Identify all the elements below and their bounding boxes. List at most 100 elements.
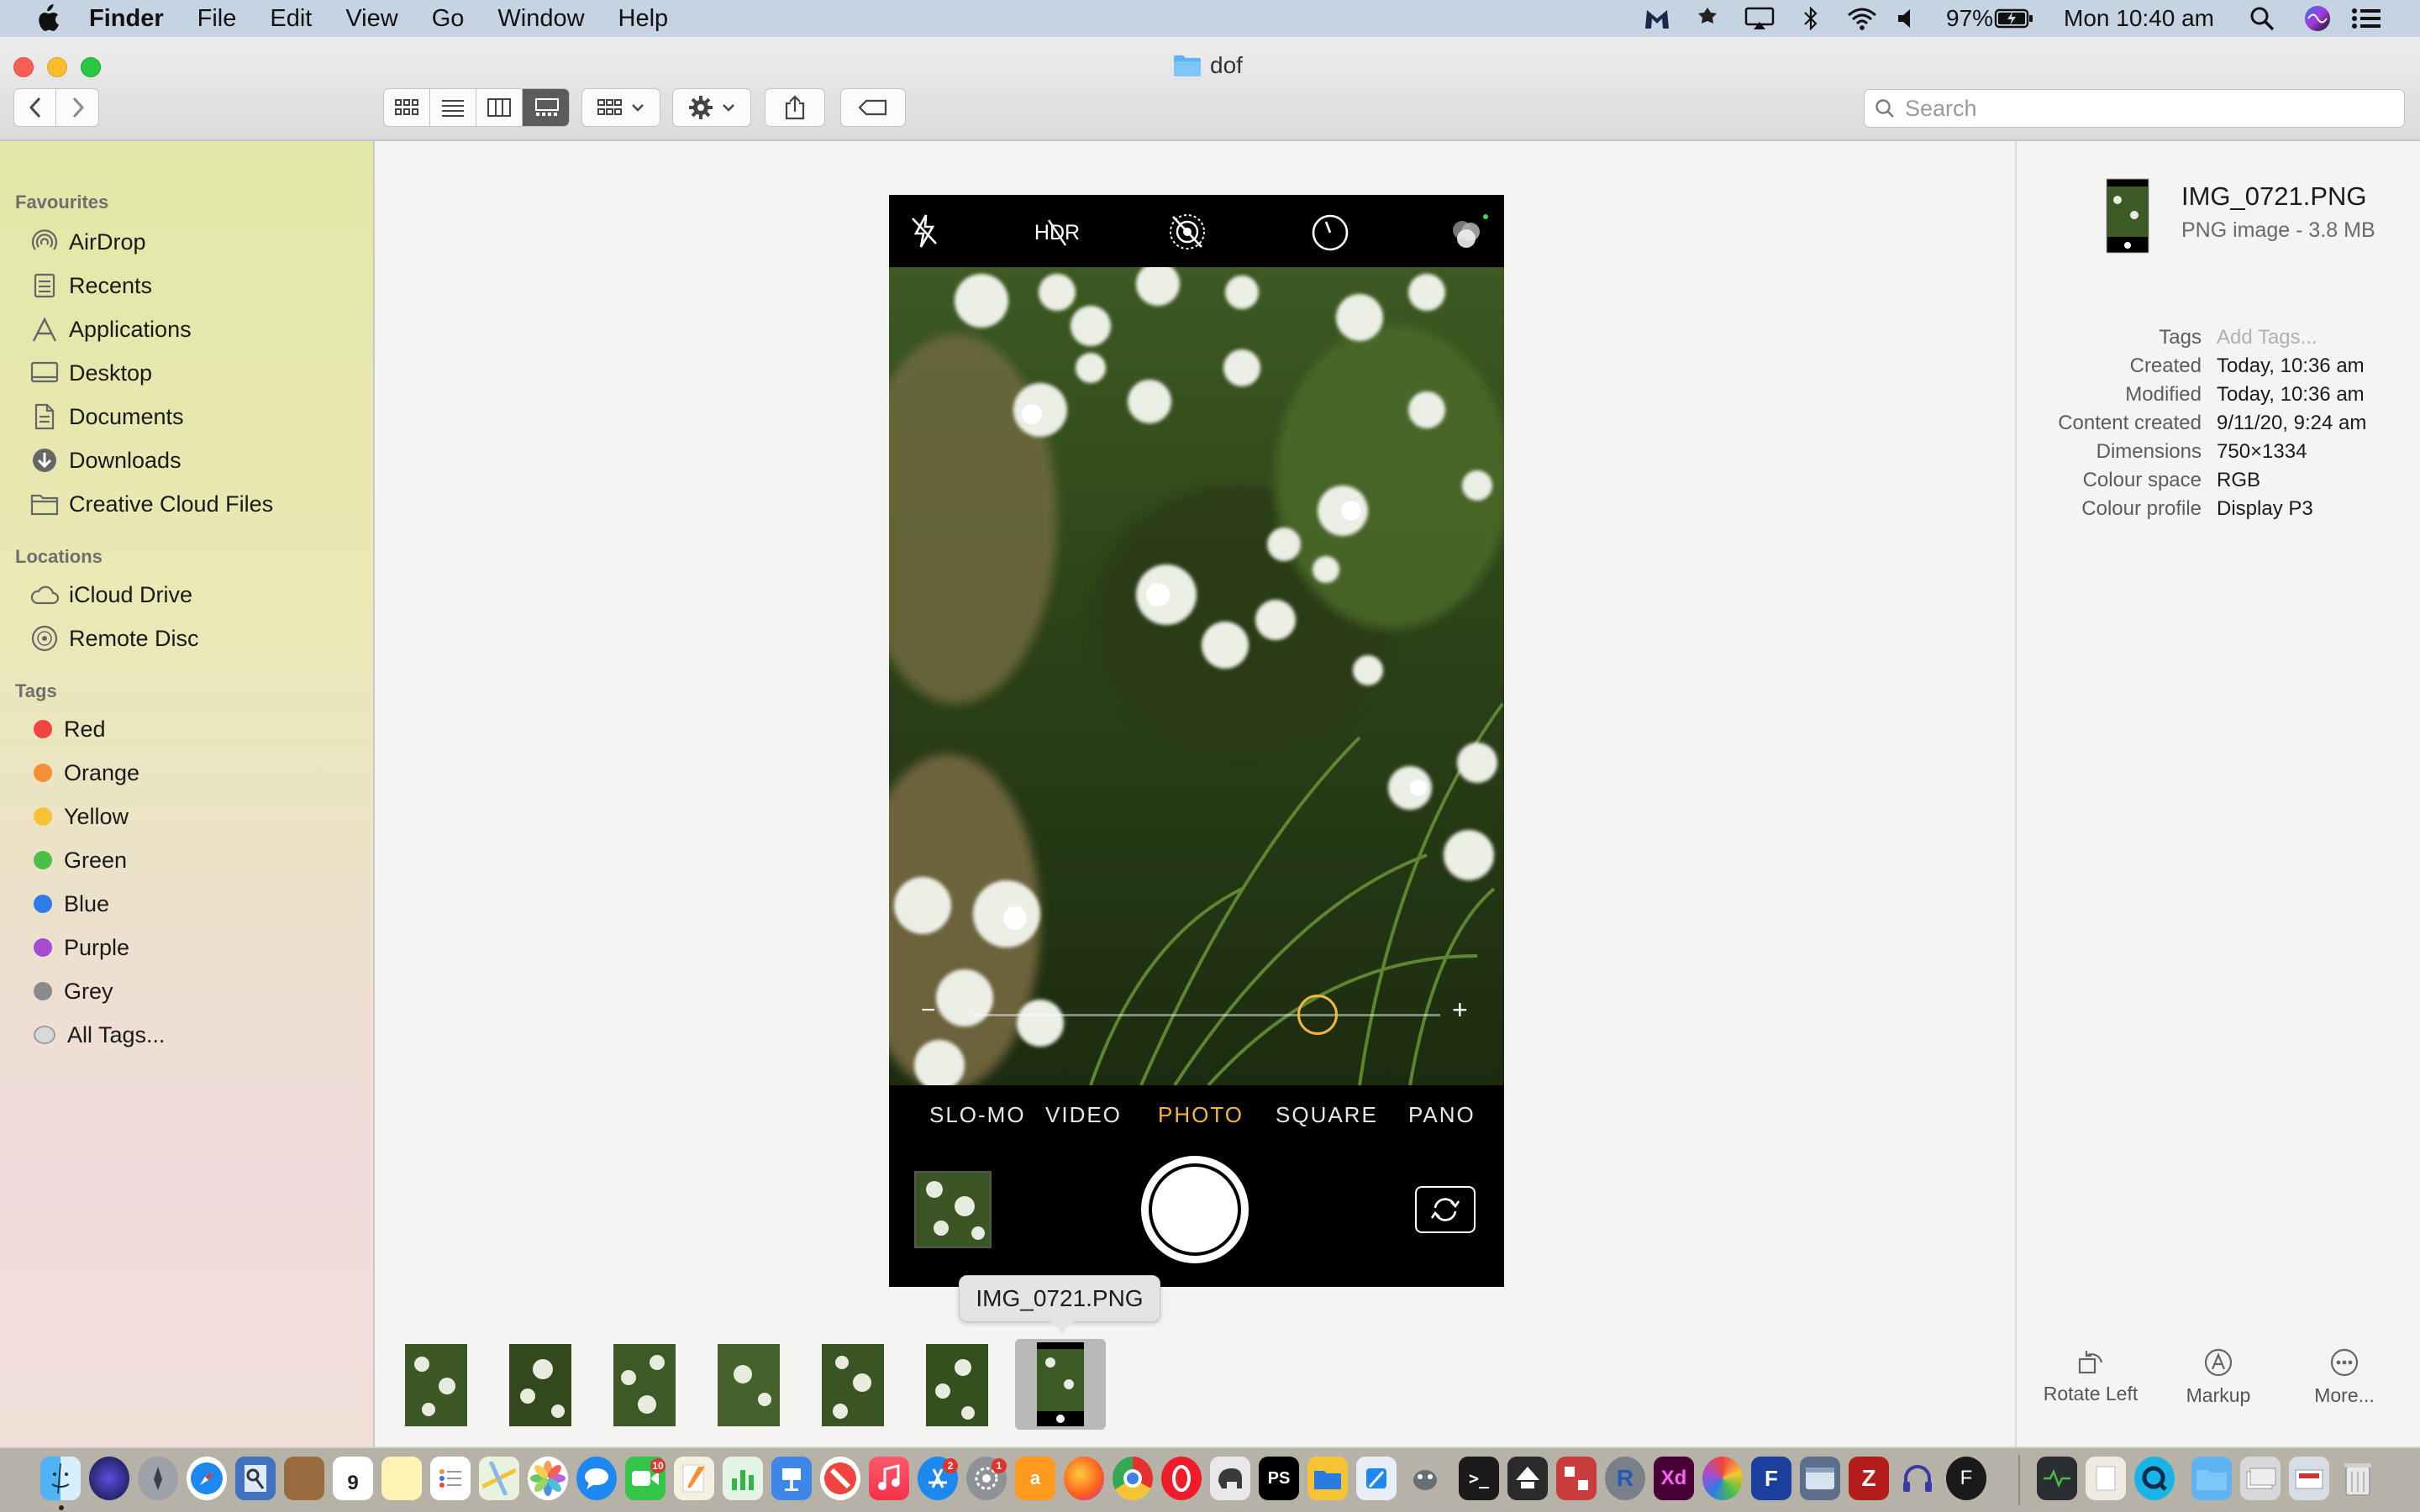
trash-icon[interactable]	[2338, 1457, 2378, 1500]
volume-icon[interactable]	[1894, 0, 1919, 37]
flow-app-icon[interactable]: F	[1751, 1457, 1791, 1500]
notification-center-icon[interactable]	[2349, 0, 2383, 37]
finder-window-icon[interactable]	[1800, 1457, 1840, 1500]
launchpad-icon[interactable]	[138, 1457, 178, 1500]
rotate-left-button[interactable]: Rotate Left	[2032, 1347, 2149, 1405]
facetime-icon[interactable]: 10	[625, 1457, 666, 1500]
back-button[interactable]	[14, 89, 56, 126]
document-stack-icon[interactable]	[2086, 1457, 2126, 1500]
menu-view[interactable]: View	[345, 0, 397, 37]
zoom-window-button[interactable]	[81, 57, 101, 77]
font-app-icon[interactable]: F	[1946, 1457, 1986, 1500]
sidebar-tag-grey[interactable]: Grey	[29, 969, 365, 1013]
filmstrip-thumbnail-selected[interactable]	[1015, 1339, 1106, 1430]
search-input[interactable]	[1905, 95, 2375, 122]
app-store-icon[interactable]: 2	[918, 1457, 958, 1500]
forward-button[interactable]	[57, 89, 99, 126]
sidebar-item-applications[interactable]: Applications	[29, 307, 365, 351]
sidebar-item-airdrop[interactable]: AirDrop	[29, 220, 365, 264]
r-language-icon[interactable]: R	[1605, 1457, 1645, 1500]
minimize-window-button[interactable]	[47, 57, 67, 77]
icon-view-button[interactable]	[384, 89, 430, 126]
wifi-icon[interactable]	[1845, 0, 1879, 37]
screenshots-stack-icon[interactable]	[2289, 1457, 2329, 1500]
inkscape-icon[interactable]	[1507, 1457, 1548, 1500]
siri-icon[interactable]	[2301, 0, 2334, 37]
menu-go[interactable]: Go	[432, 0, 465, 37]
filmstrip-thumbnail[interactable]	[718, 1344, 780, 1426]
notefile-icon[interactable]	[284, 1457, 324, 1500]
sidebar-item-documents[interactable]: Documents	[29, 395, 365, 438]
bluetooth-icon[interactable]	[1798, 0, 1823, 37]
sidebar-tag-blue[interactable]: Blue	[29, 882, 365, 926]
add-tags-field[interactable]: Add Tags...	[2217, 326, 2317, 349]
adobe-xd-icon[interactable]: Xd	[1654, 1457, 1694, 1500]
malwarebytes-icon[interactable]	[1642, 0, 1672, 37]
menu-edit[interactable]: Edit	[270, 0, 312, 37]
news-icon[interactable]	[820, 1457, 860, 1500]
automator-icon[interactable]	[1405, 1457, 1445, 1500]
sidebar-tag-green[interactable]: Green	[29, 838, 365, 882]
opera-icon[interactable]	[1161, 1457, 1202, 1500]
folder-stack-icon[interactable]	[2191, 1457, 2232, 1500]
filmstrip-thumbnail[interactable]	[509, 1344, 571, 1426]
markup-button[interactable]: Markup	[2160, 1347, 2277, 1407]
notes-icon[interactable]	[381, 1457, 422, 1500]
downloads-stack-icon[interactable]	[2240, 1457, 2281, 1500]
gallery-view-button[interactable]	[523, 89, 569, 126]
filemerge-icon[interactable]	[1556, 1457, 1597, 1500]
image-preview[interactable]: HDR	[889, 195, 1504, 1287]
sidebar-item-remote-disc[interactable]: Remote Disc	[29, 617, 365, 660]
menu-help[interactable]: Help	[618, 0, 669, 37]
maps-icon[interactable]	[479, 1457, 519, 1500]
filezilla-icon[interactable]: Z	[1849, 1457, 1889, 1500]
finder-icon[interactable]	[40, 1457, 81, 1500]
action-menu-button[interactable]	[672, 88, 751, 127]
sidebar-item-downloads[interactable]: Downloads	[29, 438, 365, 482]
activity-monitor-icon[interactable]	[2037, 1457, 2077, 1500]
slider-knob[interactable]	[1297, 995, 1339, 1035]
filmstrip-thumbnail[interactable]	[405, 1344, 467, 1426]
menu-window[interactable]: Window	[497, 0, 584, 37]
pages-icon[interactable]	[674, 1457, 714, 1500]
airplay-icon[interactable]	[1743, 0, 1776, 37]
numbers-icon[interactable]	[723, 1457, 763, 1500]
column-view-button[interactable]	[476, 89, 523, 126]
sidebar-tag-purple[interactable]: Purple	[29, 926, 365, 969]
sidebar-item-recents[interactable]: Recents	[29, 264, 365, 307]
music-icon[interactable]	[869, 1457, 909, 1500]
group-button[interactable]	[581, 88, 660, 127]
apple-menu-icon[interactable]	[30, 0, 64, 37]
system-preferences-icon[interactable]: 1	[966, 1457, 1007, 1500]
sidebar-item-creative-cloud-files[interactable]: Creative Cloud Files	[29, 482, 365, 526]
search-field[interactable]	[1864, 89, 2405, 128]
list-view-button[interactable]	[430, 89, 476, 126]
messages-icon[interactable]	[576, 1457, 617, 1500]
spotlight-icon[interactable]	[2247, 0, 2277, 37]
photos-icon[interactable]	[528, 1457, 568, 1500]
folders-app-icon[interactable]	[1307, 1457, 1348, 1500]
preview-app-icon[interactable]	[235, 1457, 276, 1500]
headphones-icon[interactable]	[1897, 1457, 1938, 1500]
creative-cloud-menu-icon[interactable]	[1692, 0, 1723, 37]
colour-wheel-icon[interactable]	[1702, 1457, 1743, 1500]
calendar-icon[interactable]: 9	[333, 1457, 373, 1500]
quicktime-icon[interactable]	[2134, 1457, 2175, 1500]
sidebar-item-desktop[interactable]: Desktop	[29, 351, 365, 395]
reminders-icon[interactable]	[430, 1457, 471, 1500]
menu-clock[interactable]: Mon 10:40 am	[2064, 0, 2214, 37]
amazon-icon[interactable]: a	[1015, 1457, 1055, 1500]
sidebar-item-all-tags[interactable]: All Tags...	[29, 1013, 365, 1057]
terminal-icon[interactable]: >_	[1459, 1457, 1499, 1500]
more-button[interactable]: More...	[2286, 1347, 2403, 1407]
chrome-icon[interactable]	[1113, 1457, 1153, 1500]
xcode-hammer-icon[interactable]	[1356, 1457, 1397, 1500]
battery-icon[interactable]	[1993, 0, 2035, 37]
keynote-icon[interactable]	[771, 1457, 812, 1500]
tableplus-elephant-icon[interactable]	[1210, 1457, 1250, 1500]
sidebar-item-icloud-drive[interactable]: iCloud Drive	[29, 573, 365, 617]
menu-file[interactable]: File	[197, 0, 237, 37]
safari-icon[interactable]	[187, 1457, 227, 1500]
close-window-button[interactable]	[13, 57, 34, 77]
siri-dock-icon[interactable]	[89, 1457, 129, 1500]
